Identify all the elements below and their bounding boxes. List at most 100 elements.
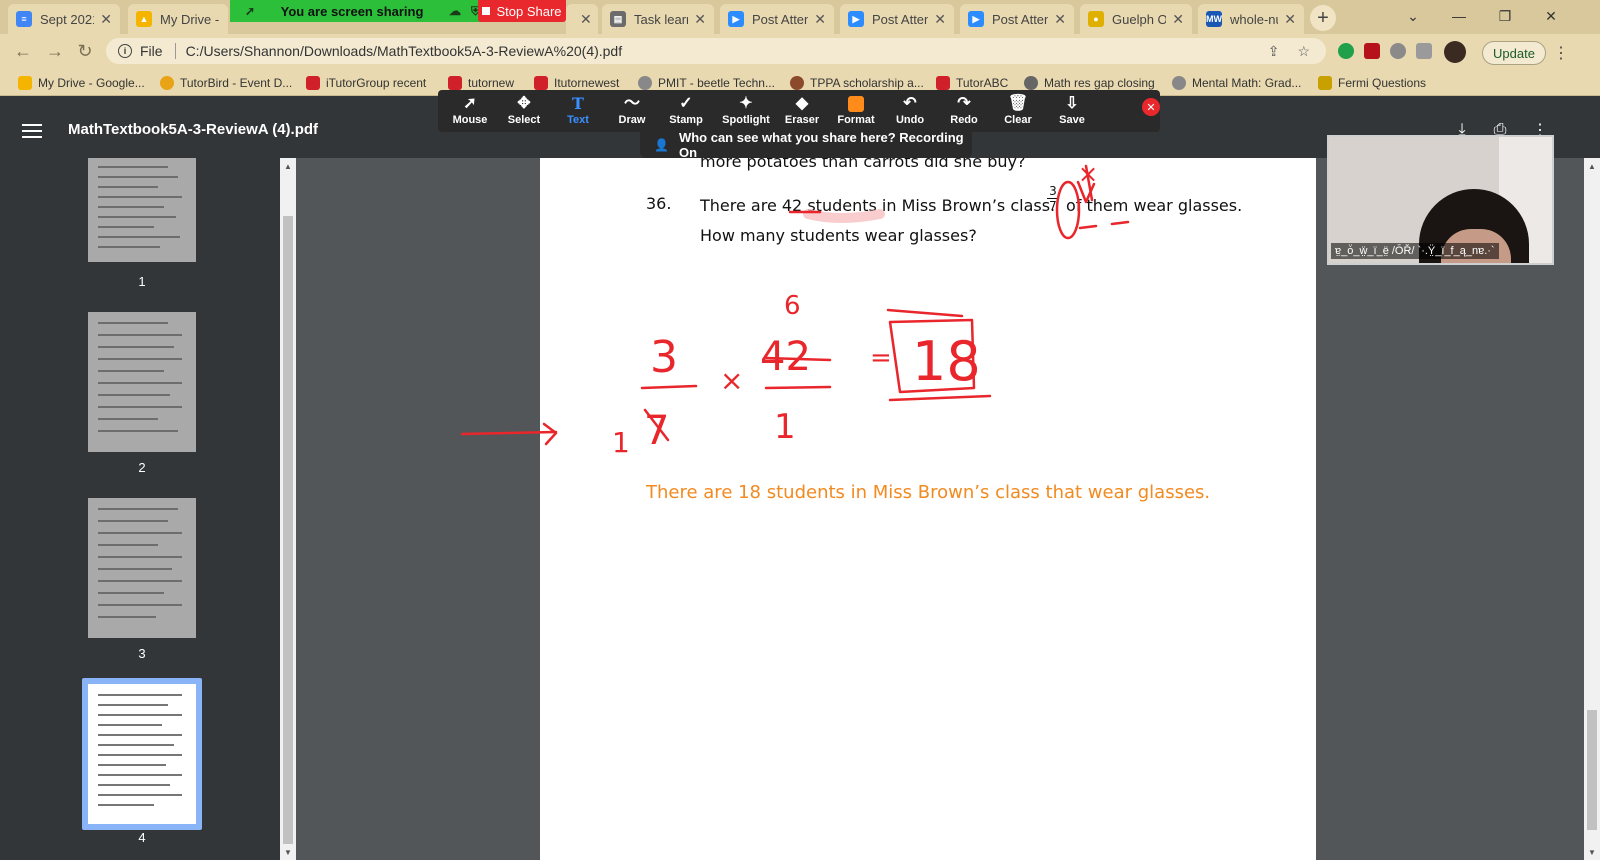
- forward-button[interactable]: →: [42, 38, 68, 64]
- extension-puzzle-icon[interactable]: [1390, 43, 1406, 59]
- scroll-down-icon[interactable]: ▼: [280, 844, 296, 860]
- draw-icon: 〜: [623, 95, 640, 112]
- zoom-annotation-toolbar: ➚ Mouse ✥ Select T Text 〜 Draw ✓ Stamp ✦ Spotl…: [438, 90, 1160, 132]
- guelph-icon: ●: [1088, 11, 1104, 27]
- browser-tab-2[interactable]: ✕: [566, 4, 598, 34]
- scrollbar-thumb[interactable]: [1587, 710, 1597, 830]
- browser-tab-1[interactable]: ▲ My Drive -: [128, 4, 228, 34]
- itutor-icon: [448, 76, 462, 90]
- stop-share-label: Stop Share: [496, 3, 562, 19]
- tool-undo[interactable]: ↶ Undo: [882, 94, 938, 130]
- stop-share-button[interactable]: Stop Share: [478, 0, 566, 22]
- page-thumbnail-2[interactable]: [88, 312, 196, 452]
- close-annotation-icon[interactable]: ✕: [1142, 98, 1160, 116]
- close-icon[interactable]: ✕: [1172, 11, 1184, 28]
- reload-button[interactable]: ↻: [72, 38, 98, 64]
- tab-search-icon[interactable]: ⌄: [1390, 4, 1436, 28]
- menu-icon[interactable]: [22, 124, 42, 138]
- restore-button[interactable]: ❐: [1482, 4, 1528, 28]
- bookmark-label: Fermi Questions: [1338, 76, 1427, 90]
- screen-share-banner: ➚ You are screen sharing ☁ ⛨: [230, 0, 485, 22]
- share-icon[interactable]: ⇪: [1268, 43, 1280, 60]
- scrollbar-thumb[interactable]: [283, 216, 293, 844]
- info-icon[interactable]: i: [118, 44, 132, 58]
- tool-stamp[interactable]: ✓ Stamp: [658, 94, 714, 130]
- tool-draw[interactable]: 〜 Draw: [604, 94, 660, 130]
- browser-tab-8[interactable]: MW whole-nur ✕: [1198, 4, 1304, 34]
- close-icon[interactable]: ✕: [694, 11, 706, 28]
- recording-notice[interactable]: 👤 Who can see what you share here? Recor…: [640, 130, 972, 160]
- redo-icon: ↷: [957, 95, 971, 112]
- zoom-icon: ▶: [848, 11, 864, 27]
- participant-name: ɐ̤_ȯ̈_ẅ̤_ï_ë̤ /ŌŘ/ `·.Ÿ̤_ï_f_ą_nɐ.·`: [1331, 243, 1499, 259]
- scroll-up-icon[interactable]: ▲: [1584, 158, 1600, 174]
- divider: [174, 43, 176, 59]
- browser-tab-3[interactable]: ▤ Task learni ✕: [602, 4, 714, 34]
- browser-tab-4[interactable]: ▶ Post Atten ✕: [720, 4, 834, 34]
- address-bar[interactable]: i File C:/Users/Shannon/Downloads/MathTe…: [106, 38, 1326, 64]
- update-button[interactable]: Update: [1482, 41, 1546, 65]
- tool-redo[interactable]: ↷ Redo: [936, 94, 992, 130]
- clear-icon: 🗑: [1007, 95, 1029, 112]
- tool-mouse[interactable]: ➚ Mouse: [442, 94, 498, 130]
- recording-text: Who can see what you share here? Recordi…: [678, 130, 964, 160]
- drive-icon: [18, 76, 32, 90]
- new-tab-button[interactable]: +: [1310, 5, 1336, 31]
- tool-spotlight[interactable]: ✦ Spotlight: [714, 94, 778, 130]
- tool-save[interactable]: ⇩ Save: [1044, 94, 1100, 130]
- tool-eraser[interactable]: ◆ Eraser: [774, 94, 830, 130]
- spotlight-icon: ✦: [739, 95, 753, 112]
- sidebar-scrollbar[interactable]: ▲ ▼: [280, 158, 296, 860]
- extension-menu-icon[interactable]: [1416, 43, 1432, 59]
- scroll-down-icon[interactable]: ▼: [1584, 844, 1600, 860]
- mental-math-icon: [1172, 76, 1186, 90]
- close-icon[interactable]: ✕: [580, 11, 592, 28]
- close-icon[interactable]: ✕: [1054, 11, 1066, 28]
- close-icon[interactable]: ✕: [1284, 11, 1296, 28]
- browser-tab-0[interactable]: ≡ Sept 2021 ✕: [8, 4, 120, 34]
- page-thumbnail-3[interactable]: [88, 498, 196, 638]
- close-icon[interactable]: ✕: [934, 11, 946, 28]
- question-line-1-end: of them wear glasses.: [1066, 196, 1243, 215]
- browser-tab-7[interactable]: ● Guelph Ol ✕: [1080, 4, 1192, 34]
- tab-label: Guelph Ol: [1112, 11, 1167, 27]
- drive-icon: ▲: [136, 11, 152, 27]
- tool-select[interactable]: ✥ Select: [496, 94, 552, 130]
- browser-tab-5[interactable]: ▶ Post Atten ✕: [840, 4, 954, 34]
- page-thumbnail-1[interactable]: [88, 158, 196, 262]
- scroll-up-icon[interactable]: ▲: [280, 158, 296, 174]
- tool-clear[interactable]: 🗑 Clear: [990, 94, 1046, 130]
- profile-avatar[interactable]: [1444, 41, 1466, 63]
- page-thumbnail-4[interactable]: [88, 684, 196, 824]
- browser-menu-icon[interactable]: ⋮: [1553, 41, 1569, 65]
- tab-label: Post Atten: [992, 11, 1049, 27]
- close-icon[interactable]: ✕: [814, 11, 826, 28]
- bookmark-1[interactable]: TutorBird - Event D...: [160, 74, 292, 92]
- extension-evernote-icon[interactable]: [1338, 43, 1354, 59]
- minimize-button[interactable]: —: [1436, 4, 1482, 28]
- page-scrollbar[interactable]: ▲ ▼: [1584, 158, 1600, 860]
- bookmark-0[interactable]: My Drive - Google...: [18, 74, 145, 92]
- person-icon: 👤: [654, 138, 669, 152]
- browser-tab-6[interactable]: ▶ Post Atten ✕: [960, 4, 1074, 34]
- back-button[interactable]: ←: [10, 38, 36, 64]
- extension-ublock-icon[interactable]: [1364, 43, 1380, 59]
- stop-icon: [482, 7, 491, 15]
- bookmark-2[interactable]: iTutorGroup recent: [306, 74, 426, 92]
- tab-label: Post Atten: [752, 11, 809, 27]
- bookmark-label: TPPA scholarship a...: [810, 76, 924, 90]
- itutor-icon: [306, 76, 320, 90]
- zoom-icon: ▶: [968, 11, 984, 27]
- bookmark-10[interactable]: Fermi Questions: [1318, 74, 1426, 92]
- typed-answer: There are 18 students in Miss Brown’s cl…: [646, 482, 1211, 503]
- globe-icon: [1024, 76, 1038, 90]
- bookmark-9[interactable]: Mental Math: Grad...: [1172, 74, 1301, 92]
- tool-format[interactable]: Format: [828, 94, 884, 130]
- close-window-button[interactable]: ✕: [1528, 4, 1574, 28]
- webcam-preview[interactable]: ɐ̤_ȯ̈_ẅ̤_ï_ë̤ /ŌŘ/ `·.Ÿ̤_ï_f_ą_nɐ.·`: [1327, 135, 1554, 265]
- close-icon[interactable]: ✕: [100, 11, 112, 28]
- tool-text[interactable]: T Text: [550, 94, 606, 130]
- bookmark-star-icon[interactable]: ☆: [1297, 43, 1310, 60]
- itutor-icon: [534, 76, 548, 90]
- question-line-1: There are 42 students in Miss Brown’s cl…: [700, 196, 1056, 215]
